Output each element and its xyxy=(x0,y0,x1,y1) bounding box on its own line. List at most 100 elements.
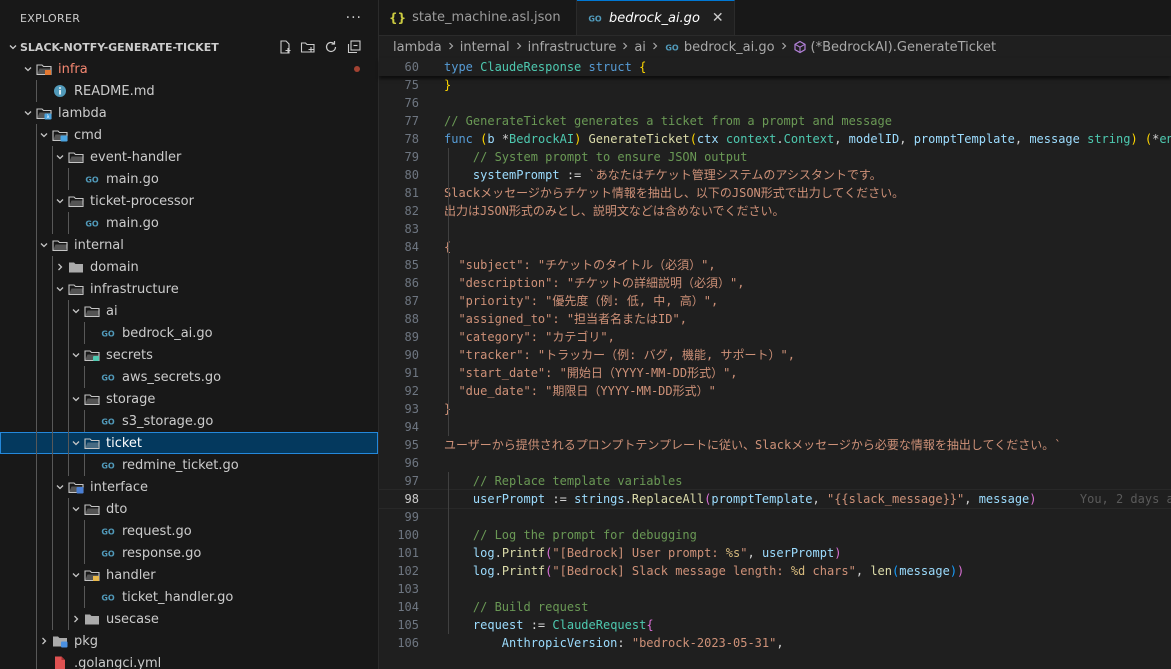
breadcrumb-item[interactable]: (*BedrockAI).GenerateTicket xyxy=(793,40,996,55)
tree-folder-lambda[interactable]: λ lambda xyxy=(0,102,378,124)
code-line[interactable]: 92 "due_date": "期限日（YYYY-MM-DD形式）" xyxy=(379,382,1171,400)
breadcrumb-item[interactable]: internal xyxy=(460,40,510,55)
sticky-scroll-line[interactable]: 60 type ClaudeResponse struct { xyxy=(379,58,1171,76)
go-file-icon: GO xyxy=(84,215,100,231)
chevron-right-icon xyxy=(68,614,84,624)
code-line[interactable]: 91 "start_date": "開始日（YYYY-MM-DD形式）", xyxy=(379,364,1171,382)
breadcrumb-item[interactable]: infrastructure xyxy=(528,40,617,55)
indent-guide xyxy=(84,410,85,432)
code-line[interactable]: 103 xyxy=(379,580,1171,598)
tree-folder-infra[interactable]: infra xyxy=(0,58,378,80)
tree-folder-infrastructure[interactable]: infrastructure xyxy=(0,278,378,300)
line-content: } xyxy=(444,76,451,94)
code-line[interactable]: 97 // Replace template variables xyxy=(379,472,1171,490)
tree-folder-ticket[interactable]: ticket xyxy=(0,432,378,454)
collapse-all-icon[interactable] xyxy=(346,39,362,55)
tab-state_machine.asl.json[interactable]: {} state_machine.asl.json xyxy=(379,0,577,35)
code-line[interactable]: 90 "tracker": "トラッカー（例: バグ, 機能, サポート）", xyxy=(379,346,1171,364)
line-number: 79 xyxy=(404,150,419,164)
code-token: GenerateTicket xyxy=(588,132,690,146)
code-line[interactable]: 104 // Build request xyxy=(379,598,1171,616)
tree-folder-secrets[interactable]: secrets xyxy=(0,344,378,366)
tree-folder-storage[interactable]: storage xyxy=(0,388,378,410)
tree-file-README.md[interactable]: README.md xyxy=(0,80,378,102)
code-line[interactable]: 101 log.Printf("[Bedrock] User prompt: %… xyxy=(379,544,1171,562)
line-number: 105 xyxy=(397,618,419,632)
breadcrumb-item[interactable]: ai xyxy=(634,40,646,55)
code-line[interactable]: 87 "priority": "優先度（例: 低, 中, 高）", xyxy=(379,292,1171,310)
code-line[interactable]: 77 // GenerateTicket generates a ticket f… xyxy=(379,112,1171,130)
refresh-icon[interactable] xyxy=(323,39,339,55)
new-file-icon[interactable] xyxy=(277,39,293,55)
code-line[interactable]: 85 "subject": "チケットのタイトル（必須）", xyxy=(379,256,1171,274)
line-number: 83 xyxy=(404,222,419,236)
code-token: // GenerateTicket generates a ticket fro… xyxy=(444,114,892,128)
indent-guide xyxy=(52,476,53,498)
indent-guide xyxy=(52,454,53,476)
tree-file-bedrock_ai.go[interactable]: GO bedrock_ai.go xyxy=(0,322,378,344)
line-number: 76 xyxy=(404,96,419,110)
code-line[interactable]: 98 userPrompt := strings.ReplaceAll(prom… xyxy=(378,489,1171,509)
tree-folder-cmd[interactable]: cmd xyxy=(0,124,378,146)
code-line[interactable]: 106 AnthropicVersion: "bedrock-2023-05-3… xyxy=(379,634,1171,652)
tree-folder-handler[interactable]: handler xyxy=(0,564,378,586)
tree-folder-event-handler[interactable]: event-handler xyxy=(0,146,378,168)
tree-file-.golangci.yml[interactable]: .golangci.yml xyxy=(0,652,378,669)
code-line[interactable]: 76 xyxy=(379,94,1171,112)
close-icon[interactable]: ✕ xyxy=(712,10,724,26)
code-token: * xyxy=(501,132,510,146)
code-line[interactable]: 82 出力はJSON形式のみとし、説明文などは含めないでください。 xyxy=(379,202,1171,220)
code-line[interactable]: 79 // System prompt to ensure JSON outpu… xyxy=(379,148,1171,166)
tree-file-main.go[interactable]: GO main.go xyxy=(0,212,378,234)
tree-file-request.go[interactable]: GO request.go xyxy=(0,520,378,542)
code-token: `あなたはチケット管理システムのアシスタントです。 xyxy=(588,168,882,182)
code-line[interactable]: 75} xyxy=(379,76,1171,94)
tab-label: bedrock_ai.go xyxy=(609,10,700,26)
code-line[interactable]: 80 systemPrompt := `あなたはチケット管理システムのアシスタン… xyxy=(379,166,1171,184)
new-folder-icon[interactable] xyxy=(300,39,316,55)
code-line[interactable]: 83 xyxy=(379,220,1171,238)
chevron-right-icon xyxy=(514,40,524,54)
code-line[interactable]: 89 "category": "カテゴリ", xyxy=(379,328,1171,346)
tree-folder-interface[interactable]: interface xyxy=(0,476,378,498)
svg-text:GO: GO xyxy=(85,220,99,229)
code-line[interactable]: 96 xyxy=(379,454,1171,472)
tree-folder-internal[interactable]: internal xyxy=(0,234,378,256)
code-line[interactable]: 94 xyxy=(379,418,1171,436)
tab-bedrock_ai.go[interactable]: GO bedrock_ai.go ✕ xyxy=(577,0,735,35)
code-line[interactable]: 84{ xyxy=(379,238,1171,256)
tree-folder-ai[interactable]: ai xyxy=(0,300,378,322)
line-number: 88 xyxy=(404,312,419,326)
code-line[interactable]: 88 "assigned_to": "担当者名またはID", xyxy=(379,310,1171,328)
tree-folder-ticket-processor[interactable]: ticket-processor xyxy=(0,190,378,212)
breadcrumb-item[interactable]: GO bedrock_ai.go xyxy=(664,39,774,55)
code-line[interactable]: 95 ユーザーから提供されるプロンプトテンプレートに従い、Slackメッセージから… xyxy=(379,436,1171,454)
indent-guide xyxy=(36,80,37,102)
tree-file-redmine_ticket.go[interactable]: GO redmine_ticket.go xyxy=(0,454,378,476)
tree-folder-dto[interactable]: dto xyxy=(0,498,378,520)
breadcrumb-item[interactable]: lambda xyxy=(393,40,442,55)
line-number: 92 xyxy=(404,384,419,398)
chevron-right-icon xyxy=(446,40,456,54)
tree-folder-pkg[interactable]: pkg xyxy=(0,630,378,652)
code-line[interactable]: 93} xyxy=(379,400,1171,418)
tree-file-aws_secrets.go[interactable]: GO aws_secrets.go xyxy=(0,366,378,388)
tree-folder-usecase[interactable]: usecase xyxy=(0,608,378,630)
code-line[interactable]: 86 "description": "チケットの詳細説明（必須）", xyxy=(379,274,1171,292)
code-line[interactable]: 102 log.Printf("[Bedrock] Slack message … xyxy=(379,562,1171,580)
code-line[interactable]: 99 xyxy=(379,508,1171,526)
line-content: AnthropicVersion: "bedrock-2023-05-31", xyxy=(444,634,784,652)
code-line[interactable]: 100 // Log the prompt for debugging xyxy=(379,526,1171,544)
code-editor[interactable]: 74 } `json:"usage"`75}7677// GenerateTic… xyxy=(378,58,1171,652)
tree-file-ticket_handler.go[interactable]: GO ticket_handler.go xyxy=(0,586,378,608)
project-root[interactable]: SLACK-NOTFY-GENERATE-TICKET xyxy=(0,36,378,58)
code-line[interactable]: 105 request := ClaudeRequest{ xyxy=(379,616,1171,634)
tree-file-main.go[interactable]: GO main.go xyxy=(0,168,378,190)
code-line[interactable]: 78 func (b *BedrockAI) GenerateTicket(ctx… xyxy=(379,130,1171,148)
tree-file-s3_storage.go[interactable]: GO s3_storage.go xyxy=(0,410,378,432)
more-actions-icon[interactable]: ··· xyxy=(346,10,362,26)
tree-item-label: usecase xyxy=(106,611,159,627)
tree-file-response.go[interactable]: GO response.go xyxy=(0,542,378,564)
code-line[interactable]: 81 Slackメッセージからチケット情報を抽出し、以下のJSON形式で出力してく… xyxy=(379,184,1171,202)
tree-folder-domain[interactable]: domain xyxy=(0,256,378,278)
